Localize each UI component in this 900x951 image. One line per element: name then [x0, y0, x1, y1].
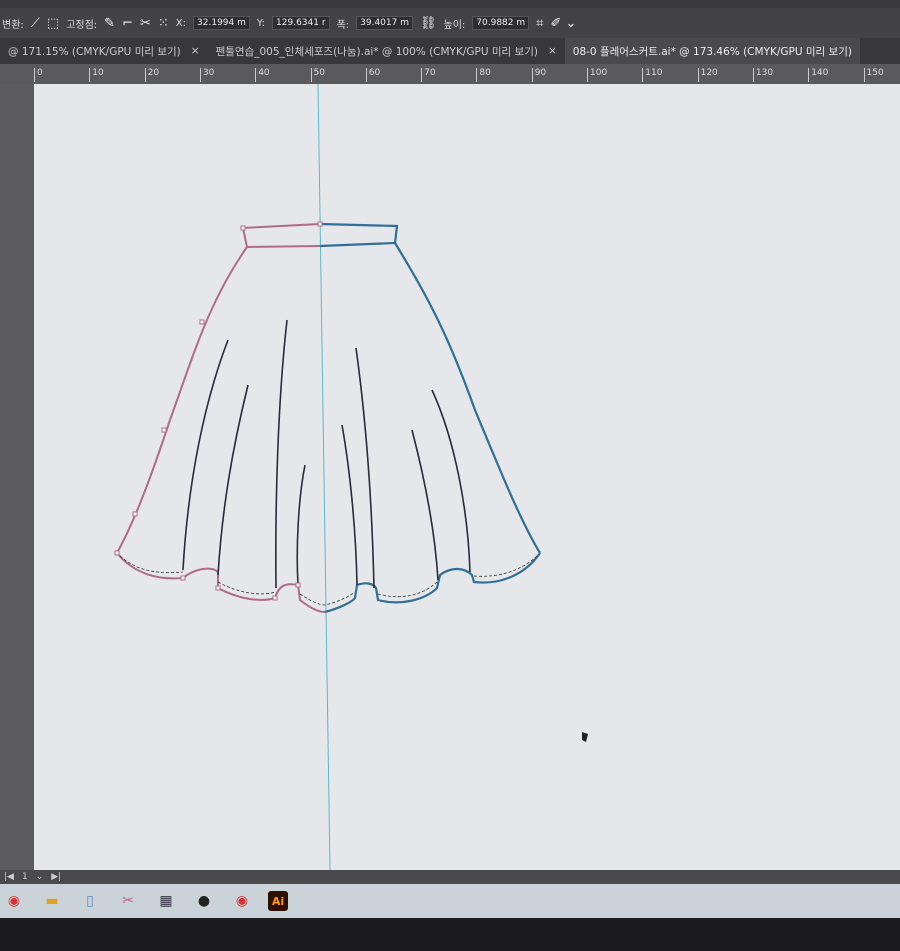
skirt-left-half[interactable] — [116, 223, 326, 613]
skirt-artwork[interactable] — [0, 0, 900, 951]
guide-line[interactable] — [317, 83, 331, 871]
file-explorer-icon[interactable]: ▬ — [40, 889, 64, 913]
page-dropdown-icon[interactable]: ⌄ — [36, 872, 44, 882]
status-bar: |◀ 1 ⌄ ▶| — [0, 870, 900, 884]
skirt-right-half[interactable] — [319, 222, 541, 614]
page-number[interactable]: 1 — [22, 872, 28, 882]
chrome-icon[interactable]: ◉ — [230, 889, 254, 913]
chrome-icon[interactable]: ◉ — [2, 889, 26, 913]
pen-cursor-icon — [582, 732, 588, 742]
illustrator-icon[interactable]: Ai — [268, 891, 288, 911]
app-icon[interactable]: ▯ — [78, 889, 102, 913]
anchor-points[interactable] — [114, 221, 323, 601]
obs-icon[interactable]: ● — [192, 889, 216, 913]
skirt-fold-lines — [182, 319, 471, 589]
paint-icon[interactable]: ✂ — [116, 889, 140, 913]
first-page-icon[interactable]: |◀ — [4, 872, 14, 882]
next-page-icon[interactable]: ▶| — [51, 872, 61, 882]
taskbar: ◉ ▬ ▯ ✂ ▦ ● ◉ Ai — [0, 884, 900, 918]
calculator-icon[interactable]: ▦ — [154, 889, 178, 913]
